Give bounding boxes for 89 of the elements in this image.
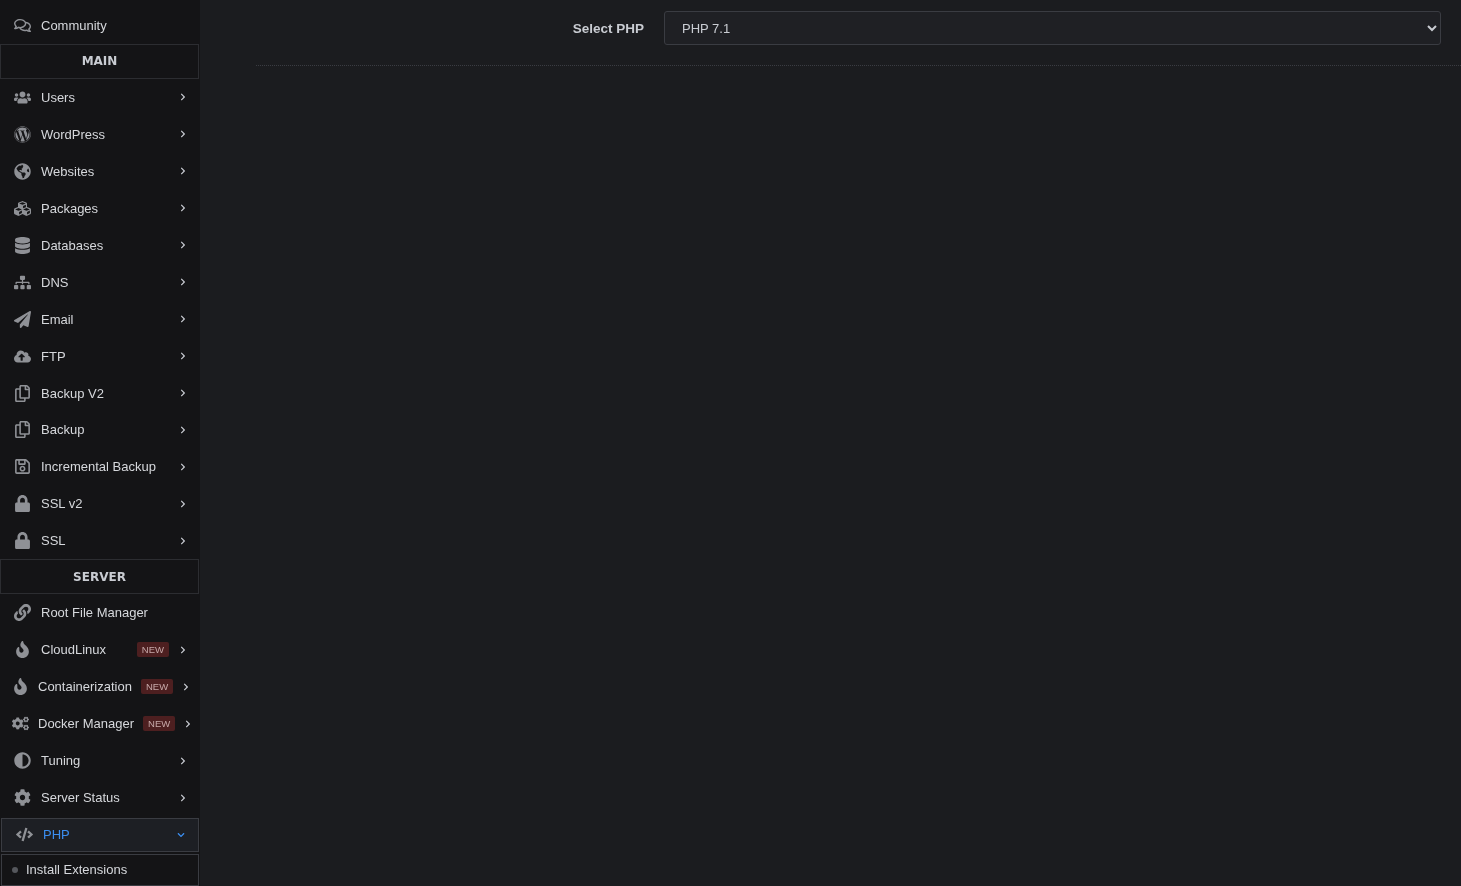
nav-icon (12, 495, 32, 513)
chevron-icon (178, 278, 188, 287)
nav-label: Server Status (41, 790, 121, 805)
nav-label: PHP (43, 827, 71, 843)
nav-item[interactable]: Backup (0, 411, 200, 449)
nav-label: SSL v2 (41, 496, 84, 512)
nav-label: SSL (41, 533, 67, 549)
nav-item[interactable]: FTP (0, 337, 200, 375)
nav-item[interactable]: Packages (0, 189, 200, 227)
nav-label: Users (41, 89, 76, 105)
nav-item[interactable]: Community (0, 7, 200, 44)
nav-item[interactable]: Tuning (0, 742, 200, 780)
nav-icon (12, 789, 32, 806)
select-label: Select PHP (572, 20, 644, 36)
nav-item[interactable]: Backup V2 (0, 374, 200, 412)
nav-icon (12, 310, 32, 328)
nav-icon (12, 421, 32, 439)
nav-icon (12, 458, 32, 476)
chevron-icon (176, 831, 186, 839)
nav-label: Containerization (38, 679, 132, 695)
nav-label: Tuning (41, 753, 82, 769)
chevron-icon (178, 93, 188, 102)
sub-nav-label: Install Extensions (26, 862, 128, 878)
nav-item[interactable]: Email (0, 300, 200, 338)
chevron-icon (184, 719, 193, 728)
nav-label: Community (41, 17, 108, 33)
nav-label: WordPress (41, 126, 107, 142)
nav-icon (12, 752, 32, 770)
new-badge: NEW (136, 642, 169, 658)
nav-item[interactable]: Containerization NEW (0, 668, 200, 706)
nav-icon (12, 715, 29, 733)
nav-label: Email (41, 311, 75, 327)
chevron-icon (178, 167, 188, 176)
nav-label: Incremental Backup (41, 459, 157, 475)
chevron-icon (182, 682, 191, 691)
section-header: SERVER (0, 559, 199, 595)
nav-label: CloudLinux (41, 642, 108, 658)
nav-item[interactable]: Docker Manager NEW (0, 705, 200, 743)
nav-item[interactable]: DNS (0, 263, 200, 301)
nav-icon (12, 532, 32, 550)
nav-label: DNS (41, 274, 70, 290)
nav-icon (12, 604, 32, 622)
section-header: MAIN (0, 43, 199, 79)
chevron-icon (178, 645, 188, 654)
chevron-icon (178, 793, 188, 802)
nav-label: Databases (41, 237, 105, 253)
nav-label: Websites (41, 163, 96, 179)
chevron-icon (178, 389, 188, 397)
chevron-icon (178, 425, 188, 434)
sub-nav-item[interactable]: Install Extensions (1, 853, 199, 886)
nav-icon (12, 384, 32, 402)
nav-label: FTP (41, 348, 67, 364)
nav-item[interactable]: SSL (0, 522, 200, 560)
nav-label: Root File Manager (41, 605, 149, 621)
nav-label: Docker Manager (38, 716, 135, 732)
new-badge: NEW (143, 716, 176, 732)
nav-item[interactable]: Websites (0, 152, 200, 190)
new-badge: NEW (140, 679, 174, 695)
bullet-icon (12, 866, 18, 873)
chevron-icon (178, 536, 188, 545)
nav-icon (12, 236, 32, 254)
nav-icon (12, 162, 32, 180)
nav-item[interactable]: Databases (0, 226, 200, 264)
nav-icon (12, 273, 32, 291)
nav-item[interactable]: Incremental Backup (0, 448, 200, 486)
chevron-icon (178, 352, 188, 361)
nav-item[interactable]: Users (0, 78, 200, 116)
chevron-icon (178, 315, 188, 324)
nav-item[interactable]: CloudLinux NEW (0, 631, 200, 669)
nav-item[interactable]: PHP (1, 818, 199, 852)
nav-icon (12, 16, 32, 34)
chevron-icon (178, 462, 188, 471)
nav-icon (12, 678, 29, 696)
nav-item[interactable]: Root File Manager (0, 594, 200, 632)
php-select[interactable]: PHP 7.1 (664, 11, 1441, 45)
chevron-icon (178, 756, 188, 765)
nav-icon (14, 826, 34, 844)
nav-label: Backup V2 (41, 385, 105, 401)
nav-item[interactable]: WordPress (0, 115, 200, 153)
nav-icon (12, 125, 32, 143)
nav-item[interactable]: SSL v2 (0, 485, 200, 523)
chevron-icon (178, 499, 188, 508)
nav-icon (12, 199, 32, 217)
chevron-icon (178, 204, 188, 213)
nav-label: Backup (41, 422, 86, 438)
nav-label: Packages (41, 200, 100, 216)
chevron-icon (178, 130, 188, 139)
chevron-icon (178, 241, 188, 250)
nav-item[interactable]: Server Status (0, 779, 200, 816)
